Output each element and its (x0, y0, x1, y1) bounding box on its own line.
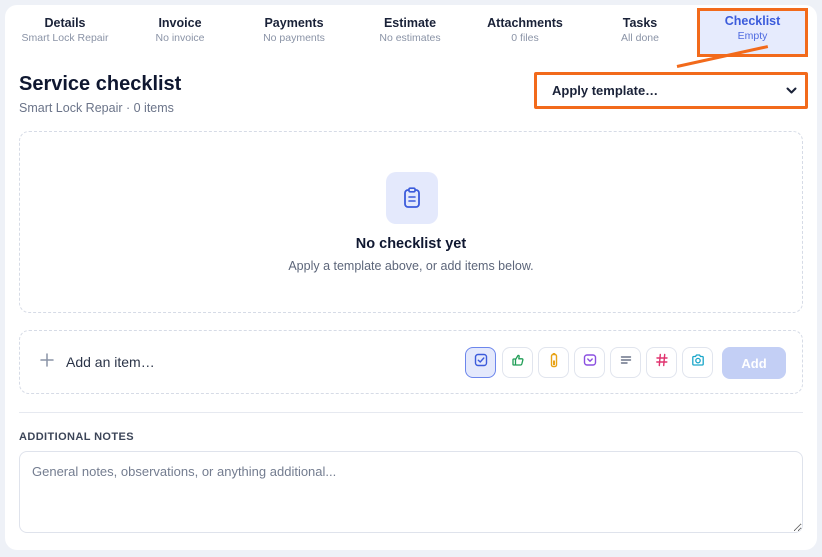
add-item-row: Add (19, 330, 803, 394)
add-item-input[interactable] (66, 352, 446, 372)
plus-icon (40, 351, 54, 371)
item-type-battery-button[interactable] (538, 347, 569, 378)
tab-label: Checklist (724, 14, 781, 28)
apply-template-select[interactable]: Apply template… (534, 72, 808, 109)
tab-invoice[interactable]: Invoice No invoice (141, 10, 219, 58)
item-type-number-button[interactable] (646, 347, 677, 378)
page-subtitle: Smart Lock Repair · 0 items (19, 101, 174, 115)
battery-icon (547, 352, 561, 373)
tab-tasks[interactable]: Tasks All done (606, 10, 674, 58)
chevron-down-icon (786, 84, 797, 98)
section-divider (19, 412, 803, 413)
work-order-card: Details Smart Lock Repair Invoice No inv… (5, 5, 817, 550)
additional-notes-textarea[interactable] (19, 451, 803, 533)
tab-sublabel: 0 files (511, 32, 539, 44)
tab-label: Estimate (383, 16, 437, 30)
tab-label: Tasks (622, 16, 658, 30)
item-type-dropdown-button[interactable] (574, 347, 605, 378)
tab-label: Details (44, 16, 86, 30)
tab-sublabel: All done (621, 32, 659, 44)
page-title: Service checklist (19, 73, 182, 95)
template-select-value: Apply template… (552, 83, 659, 98)
item-type-text-button[interactable] (610, 347, 641, 378)
empty-state-panel: No checklist yet Apply a template above,… (19, 131, 803, 313)
item-type-photo-button[interactable] (682, 347, 713, 378)
tab-sublabel: No payments (263, 32, 325, 44)
item-type-checkbox-button[interactable] (465, 347, 496, 378)
tab-label: Invoice (158, 16, 202, 30)
empty-state-title: No checklist yet (355, 236, 467, 252)
tab-label: Attachments (487, 16, 563, 30)
empty-state-message: Apply a template above, or add items bel… (288, 259, 534, 273)
tab-estimate[interactable]: Estimate No estimates (370, 10, 450, 58)
thumbs-up-icon (511, 353, 525, 372)
tab-bar: Details Smart Lock Repair Invoice No inv… (5, 5, 817, 57)
item-type-thumbs-button[interactable] (502, 347, 533, 378)
camera-icon (691, 353, 705, 372)
notes-label: ADDITIONAL NOTES (19, 431, 134, 443)
tab-details[interactable]: Details Smart Lock Repair (12, 10, 118, 58)
dropdown-icon (583, 353, 597, 372)
clipboard-icon (386, 172, 438, 224)
tab-payments[interactable]: Payments No payments (250, 10, 338, 58)
tab-label: Payments (264, 16, 324, 30)
hash-icon (655, 353, 669, 372)
add-item-button[interactable]: Add (722, 347, 786, 379)
tab-sublabel: Smart Lock Repair (21, 32, 109, 44)
tab-sublabel: Empty (737, 30, 768, 42)
tab-sublabel: No estimates (379, 32, 441, 44)
checkbox-icon (474, 353, 488, 372)
text-lines-icon (619, 353, 633, 372)
tab-sublabel: No invoice (155, 32, 205, 44)
tab-attachments[interactable]: Attachments 0 files (482, 10, 568, 58)
